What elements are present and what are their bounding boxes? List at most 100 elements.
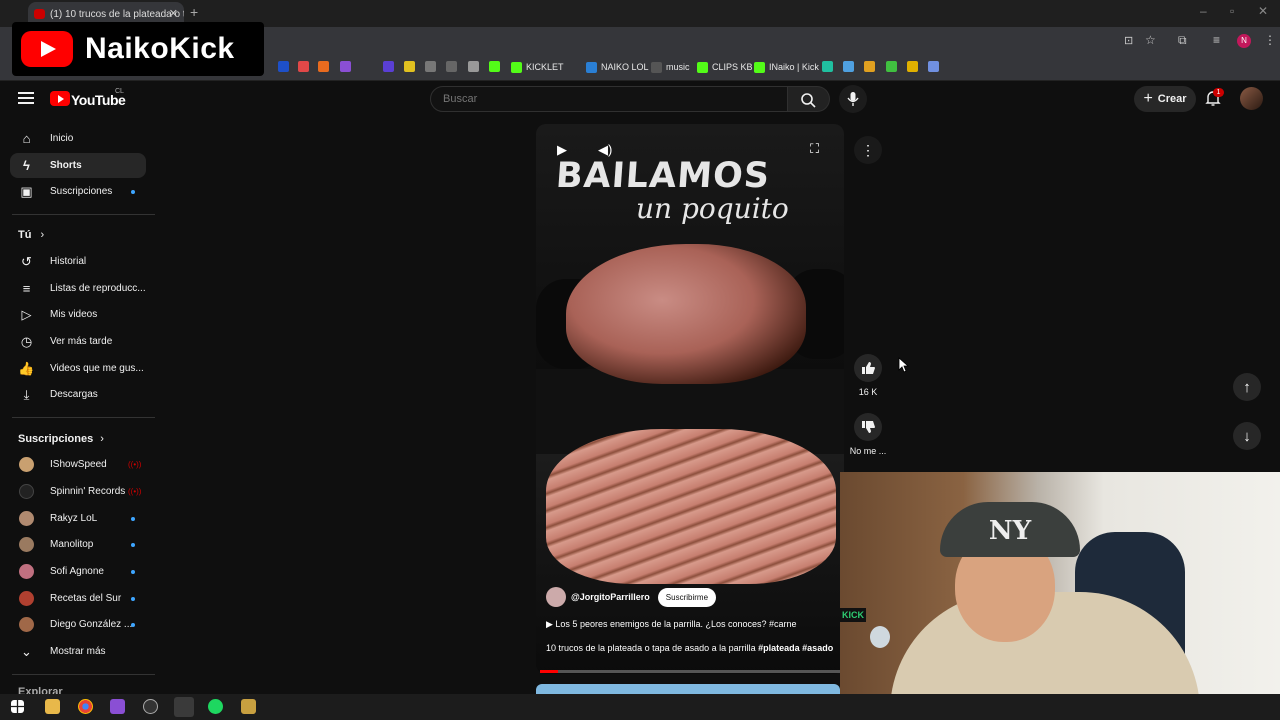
sidebar-item-downloads[interactable]: ⤓ Descargas: [10, 382, 146, 407]
search-button[interactable]: [788, 86, 830, 112]
bookmark-naiko-kick[interactable]: INaiko | Kick: [754, 60, 819, 74]
bookmark-icon[interactable]: [446, 61, 457, 72]
file-explorer-icon[interactable]: [45, 699, 60, 714]
sidebar-item-my-videos[interactable]: ▷ Mis videos: [10, 302, 146, 327]
sidebar-divider: [12, 417, 155, 418]
bookmark-naiko-lol[interactable]: NAIKO LOL: [586, 60, 649, 74]
bookmark-icon[interactable]: [383, 61, 394, 72]
sidebar-sub-spinnin-records[interactable]: Spinnin' Records ((•)): [10, 479, 146, 504]
sidebar-section-you[interactable]: Tú ›: [18, 229, 44, 241]
sidebar-item-historial[interactable]: ↺ Historial: [10, 249, 146, 274]
bookmark-icon[interactable]: [318, 61, 329, 72]
media-icon[interactable]: ≡: [1213, 33, 1220, 47]
volume-icon[interactable]: ◀): [598, 142, 612, 158]
close-window-icon[interactable]: ✕: [1258, 4, 1268, 18]
previous-short-button[interactable]: ↑: [1233, 373, 1261, 401]
youtube-favicon-icon: [34, 9, 45, 19]
bookmark-kicklet[interactable]: KICKLET: [511, 60, 564, 74]
fullscreen-icon[interactable]: ⛶: [810, 141, 819, 157]
bookmark-icon[interactable]: [278, 61, 289, 72]
short-hashtags[interactable]: #plateada #asado: [758, 643, 833, 653]
minimize-icon[interactable]: –: [1200, 4, 1207, 18]
voice-search-button[interactable]: [839, 85, 867, 113]
my-videos-icon: ▷: [21, 306, 32, 322]
taskbar-active-app-icon[interactable]: [174, 697, 194, 717]
more-options-icon[interactable]: ⋮: [854, 136, 882, 164]
bookmark-icon[interactable]: [340, 61, 351, 72]
youtube-logo-icon: [21, 31, 73, 67]
bookmark-icon[interactable]: [886, 61, 897, 72]
sidebar-sub-rakyz-lol[interactable]: Rakyz LoL: [10, 506, 146, 531]
video-frame-meat: [566, 244, 806, 384]
related-video-link[interactable]: ▶ Los 5 peores enemigos de la parrilla. …: [546, 619, 797, 630]
new-content-dot: [131, 597, 135, 601]
arrow-up-icon: ↑: [1243, 378, 1251, 396]
bookmark-icon[interactable]: [843, 61, 854, 72]
channel-avatar[interactable]: [546, 587, 566, 607]
bookmark-clips-kb[interactable]: CLIPS KB: [697, 60, 753, 74]
country-code: CL: [115, 88, 124, 95]
play-icon[interactable]: ▶: [557, 142, 567, 158]
bookmark-icon[interactable]: [468, 61, 479, 72]
account-avatar[interactable]: [1240, 87, 1263, 110]
shirt-text-line1: BAILAMOS: [554, 156, 772, 196]
sidebar-item-watch-later[interactable]: ◷ Ver más tarde: [10, 329, 146, 354]
arrow-down-icon: ↓: [1243, 427, 1251, 445]
sidebar-sub-diego-gonzalez[interactable]: Diego González ...: [10, 612, 146, 637]
obs-icon[interactable]: [143, 699, 158, 714]
new-content-dot: [131, 623, 135, 627]
bookmark-icon[interactable]: [425, 61, 436, 72]
bookmark-icon[interactable]: [928, 61, 939, 72]
bookmark-icon[interactable]: [298, 61, 309, 72]
install-icon[interactable]: ⊡: [1124, 34, 1133, 47]
browser-menu-icon[interactable]: ⋮: [1264, 33, 1276, 47]
sidebar-sub-ishowspeed[interactable]: IShowSpeed ((•)): [10, 452, 146, 477]
bookmark-music[interactable]: music: [651, 60, 690, 74]
maximize-icon[interactable]: ▫: [1230, 4, 1234, 18]
close-tab-icon[interactable]: ✕: [169, 7, 178, 20]
dislike-button[interactable]: [854, 413, 882, 441]
youtube-logo-icon[interactable]: [50, 91, 70, 106]
bookmark-icon[interactable]: [822, 61, 833, 72]
sidebar-show-more[interactable]: ⌄ Mostrar más: [10, 639, 146, 664]
playlist-icon: ≡: [22, 281, 31, 296]
bookmark-icon[interactable]: [404, 61, 415, 72]
league-of-legends-icon[interactable]: [241, 699, 256, 714]
sidebar-item-suscripciones[interactable]: ▣ Suscripciones: [10, 179, 146, 204]
video-progress-bar[interactable]: [540, 670, 840, 673]
bookmark-icon[interactable]: [489, 61, 500, 72]
sidebar-sub-sofi-agnone[interactable]: Sofi Agnone: [10, 559, 146, 584]
sidebar-sub-manolitop[interactable]: Manolitop: [10, 532, 146, 557]
next-short-button[interactable]: ↓: [1233, 422, 1261, 450]
bookmark-star-icon[interactable]: ☆: [1145, 33, 1156, 47]
kick-icon: [754, 61, 765, 73]
sidebar-item-shorts[interactable]: ϟ Shorts: [10, 153, 146, 178]
spotify-icon[interactable]: [208, 699, 223, 714]
create-button[interactable]: + Crear: [1134, 86, 1196, 112]
search-input[interactable]: [430, 86, 788, 112]
music-icon: [651, 61, 662, 73]
live-icon: ((•)): [128, 487, 142, 496]
like-count: 16 K: [858, 387, 878, 397]
taskbar-app-icon[interactable]: [110, 699, 125, 714]
webcam-sticker: [870, 626, 890, 648]
sidebar-item-liked-videos[interactable]: 👍 Videos que me gus...: [10, 356, 146, 381]
sidebar-section-subscriptions[interactable]: Suscripciones ›: [18, 433, 104, 445]
avatar: [19, 564, 34, 579]
subscribe-button[interactable]: Suscribirme: [657, 587, 717, 607]
extensions-icon[interactable]: ⧉: [1178, 33, 1187, 48]
sidebar-item-inicio[interactable]: ⌂ Inicio: [10, 126, 146, 151]
sidebar-sub-recetas-del-sur[interactable]: Recetas del Sur: [10, 586, 146, 611]
profile-avatar[interactable]: N: [1237, 34, 1251, 48]
menu-icon[interactable]: [18, 92, 34, 104]
new-tab-button[interactable]: +: [190, 4, 198, 20]
tab-title: (1) 10 trucos de la plateada o ta...: [50, 9, 184, 20]
bookmark-icon[interactable]: [907, 61, 918, 72]
like-button[interactable]: [854, 354, 882, 382]
chrome-icon[interactable]: [78, 699, 93, 714]
next-short-preview[interactable]: [536, 684, 840, 694]
sidebar-item-playlists[interactable]: ≡ Listas de reproducc...: [10, 276, 146, 301]
channel-name[interactable]: @JorgitoParrillero: [571, 592, 650, 602]
bookmark-icon[interactable]: [864, 61, 875, 72]
subscriptions-icon: ▣: [20, 183, 33, 199]
